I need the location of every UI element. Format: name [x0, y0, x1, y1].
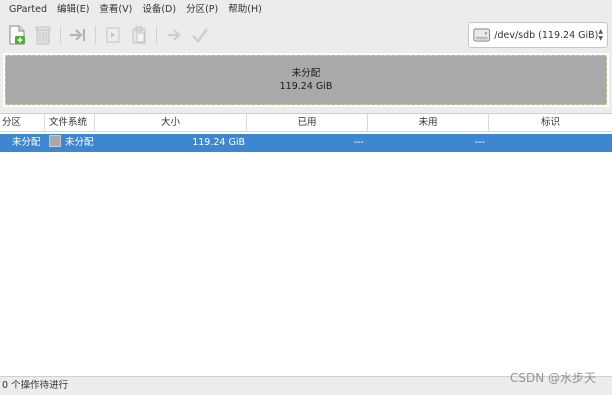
trash-icon — [35, 26, 51, 45]
watermark-text: CSDN @水步天 — [509, 371, 596, 385]
column-header-used[interactable]: 已用 — [247, 114, 368, 132]
delete-partition-button[interactable] — [32, 24, 54, 46]
toolbar-separator — [60, 26, 61, 44]
cell-used: --- — [353, 137, 364, 148]
toolbar-separator — [95, 26, 96, 44]
column-header-flags[interactable]: 标识 — [489, 114, 612, 132]
copy-icon — [106, 27, 120, 43]
menu-device[interactable]: 设备(D) — [137, 0, 181, 20]
undo-button[interactable] — [163, 24, 185, 46]
column-header-size[interactable]: 大小 — [95, 114, 247, 132]
column-header-filesystem[interactable]: 文件系统 — [45, 114, 95, 132]
filesystem-color-swatch — [49, 135, 61, 147]
copy-button[interactable] — [102, 24, 124, 46]
table-row[interactable]: 未分配 未分配 119.24 GiB --- --- — [0, 134, 612, 152]
unallocated-block[interactable]: 未分配 119.24 GiB — [5, 55, 607, 105]
menu-view[interactable]: 查看(V) — [94, 0, 137, 20]
menu-bar: GParted 编辑(E) 查看(V) 设备(D) 分区(P) 帮助(H) — [0, 0, 612, 20]
device-label: /dev/sdb (119.24 GiB) — [494, 29, 599, 41]
table-header: 分区 文件系统 大小 已用 未用 标识 — [0, 114, 612, 132]
paste-button[interactable] — [128, 24, 150, 46]
apply-button[interactable] — [189, 24, 211, 46]
resize-move-button[interactable] — [67, 24, 89, 46]
partition-table: 分区 文件系统 大小 已用 未用 标识 未分配 未分配 119.24 GiB -… — [0, 113, 612, 377]
menu-gparted[interactable]: GParted — [4, 0, 52, 20]
unallocated-block-name: 未分配 — [291, 68, 321, 79]
arrow-right-icon — [70, 29, 86, 41]
column-header-unused[interactable]: 未用 — [368, 114, 489, 132]
checkmark-icon — [192, 28, 209, 43]
paste-icon — [132, 26, 146, 44]
chevron-updown-icon: ▲ ▼ — [598, 28, 603, 42]
cell-filesystem-label: 未分配 — [65, 137, 94, 148]
menu-edit[interactable]: 编辑(E) — [52, 0, 94, 20]
cell-size: 119.24 GiB — [192, 137, 245, 148]
unallocated-block-size: 119.24 GiB — [279, 81, 333, 92]
cell-flags — [489, 134, 612, 152]
new-partition-button[interactable] — [6, 24, 28, 46]
cell-partition: 未分配 — [12, 137, 41, 148]
new-document-icon — [9, 25, 25, 45]
menu-partition[interactable]: 分区(P) — [181, 0, 223, 20]
menu-help[interactable]: 帮助(H) — [223, 0, 267, 20]
toolbar-separator — [156, 26, 157, 44]
disk-drive-icon — [473, 28, 490, 42]
cell-unused: --- — [474, 137, 485, 148]
cell-filesystem: 未分配 — [45, 134, 95, 152]
undo-icon — [168, 29, 181, 41]
device-selector[interactable]: /dev/sdb (119.24 GiB) ▲ ▼ — [468, 22, 608, 48]
column-header-partition[interactable]: 分区 — [0, 114, 45, 132]
disk-graphic: 未分配 119.24 GiB — [3, 53, 609, 107]
